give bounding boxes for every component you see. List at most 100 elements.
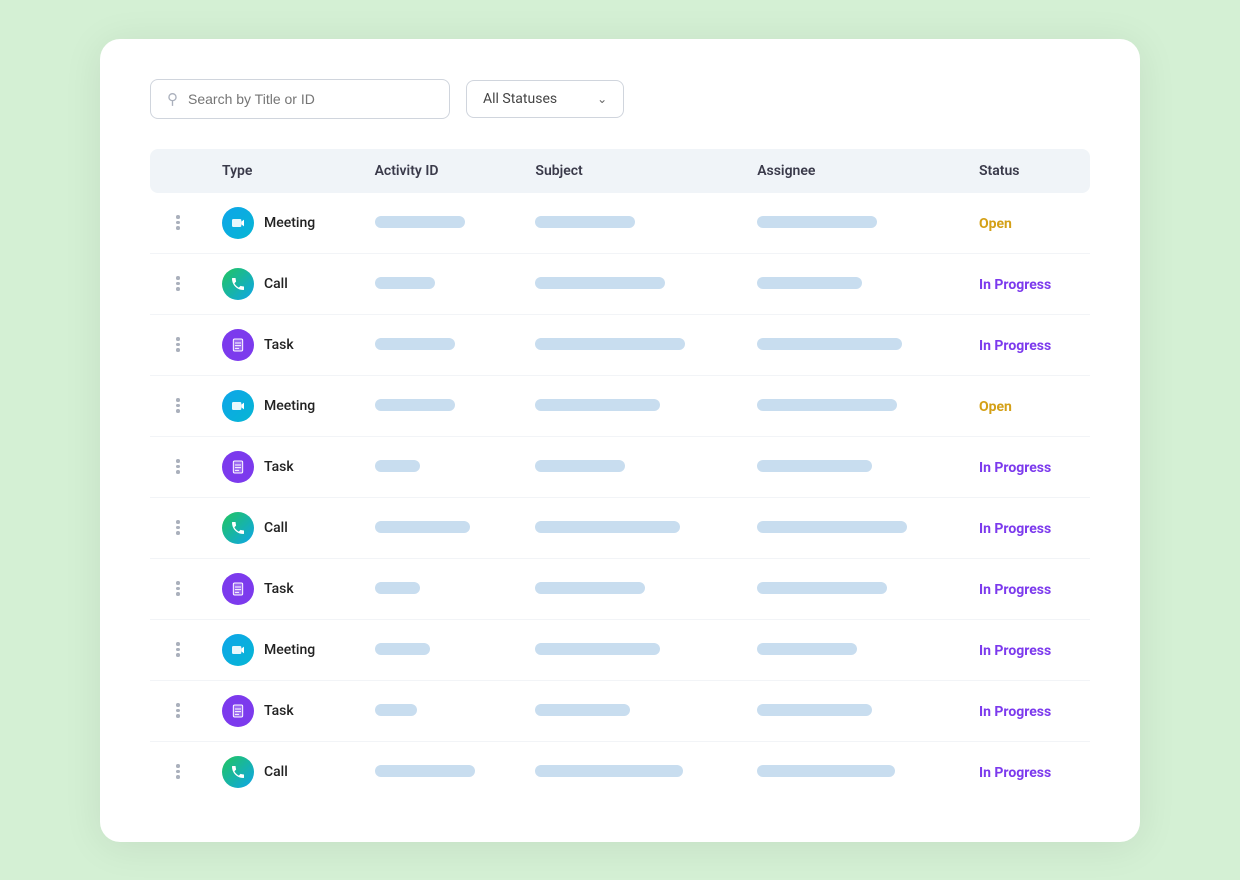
assignee-skeleton <box>757 277 862 289</box>
dots-menu-icon[interactable] <box>166 394 190 417</box>
table-header-row: Type Activity ID Subject Assignee Status <box>150 149 1090 193</box>
dots-menu-icon[interactable] <box>166 699 190 722</box>
table-row: Call In Progress <box>150 497 1090 558</box>
call-icon <box>222 512 254 544</box>
row-assignee <box>741 558 963 619</box>
assignee-skeleton <box>757 704 872 716</box>
task-icon <box>222 573 254 605</box>
row-subject <box>519 619 741 680</box>
row-type: Task <box>206 680 359 741</box>
dots-menu-icon[interactable] <box>166 455 190 478</box>
row-subject <box>519 680 741 741</box>
subject-skeleton <box>535 765 683 777</box>
call-icon <box>222 756 254 788</box>
search-input[interactable] <box>188 91 433 107</box>
row-dots-menu[interactable] <box>150 436 206 497</box>
row-subject <box>519 375 741 436</box>
subject-skeleton <box>535 277 665 289</box>
dots-menu-icon[interactable] <box>166 272 190 295</box>
row-dots-menu[interactable] <box>150 619 206 680</box>
table-row: Task In Progress <box>150 314 1090 375</box>
dots-menu-icon[interactable] <box>166 211 190 234</box>
type-label: Meeting <box>264 215 315 231</box>
chevron-down-icon: ⌄ <box>597 92 607 106</box>
row-subject <box>519 558 741 619</box>
status-badge: Open <box>979 216 1012 232</box>
row-type: Task <box>206 314 359 375</box>
row-dots-menu[interactable] <box>150 314 206 375</box>
dots-menu-icon[interactable] <box>166 516 190 539</box>
dots-menu-icon[interactable] <box>166 333 190 356</box>
table-row: Meeting Open <box>150 375 1090 436</box>
task-icon <box>222 451 254 483</box>
row-activity-id <box>359 375 520 436</box>
subject-skeleton <box>535 216 635 228</box>
type-label: Call <box>264 764 288 780</box>
activity-id-skeleton <box>375 216 465 228</box>
search-icon: ⚲ <box>167 90 178 108</box>
row-activity-id <box>359 314 520 375</box>
col-status: Status <box>963 149 1090 193</box>
status-badge: In Progress <box>979 277 1051 293</box>
assignee-skeleton <box>757 399 897 411</box>
row-status: In Progress <box>963 314 1090 375</box>
assignee-skeleton <box>757 582 887 594</box>
search-box[interactable]: ⚲ <box>150 79 450 119</box>
row-subject <box>519 253 741 314</box>
row-dots-menu[interactable] <box>150 193 206 254</box>
row-type: Meeting <box>206 375 359 436</box>
row-type: Meeting <box>206 619 359 680</box>
assignee-skeleton <box>757 643 857 655</box>
status-badge: Open <box>979 399 1012 415</box>
row-subject <box>519 436 741 497</box>
row-subject <box>519 314 741 375</box>
row-status: Open <box>963 375 1090 436</box>
table-row: Task In Progress <box>150 680 1090 741</box>
row-subject <box>519 193 741 254</box>
assignee-skeleton <box>757 460 872 472</box>
subject-skeleton <box>535 338 685 350</box>
row-type: Call <box>206 497 359 558</box>
table-row: Meeting Open <box>150 193 1090 254</box>
row-dots-menu[interactable] <box>150 558 206 619</box>
type-label: Task <box>264 337 294 353</box>
type-label: Meeting <box>264 398 315 414</box>
row-activity-id <box>359 619 520 680</box>
row-activity-id <box>359 193 520 254</box>
row-assignee <box>741 193 963 254</box>
col-assignee: Assignee <box>741 149 963 193</box>
row-activity-id <box>359 741 520 802</box>
activity-id-skeleton <box>375 704 417 716</box>
row-type: Task <box>206 436 359 497</box>
status-dropdown[interactable]: All Statuses ⌄ <box>466 80 624 118</box>
subject-skeleton <box>535 399 660 411</box>
main-card: ⚲ All Statuses ⌄ Type Activity ID Subjec… <box>100 39 1140 842</box>
col-type: Type <box>206 149 359 193</box>
type-label: Task <box>264 581 294 597</box>
row-dots-menu[interactable] <box>150 375 206 436</box>
dots-menu-icon[interactable] <box>166 760 190 783</box>
row-type: Call <box>206 741 359 802</box>
activity-id-skeleton <box>375 582 420 594</box>
row-activity-id <box>359 436 520 497</box>
row-type: Meeting <box>206 193 359 254</box>
status-badge: In Progress <box>979 521 1051 537</box>
row-type: Call <box>206 253 359 314</box>
assignee-skeleton <box>757 216 877 228</box>
row-assignee <box>741 497 963 558</box>
meeting-icon <box>222 390 254 422</box>
row-dots-menu[interactable] <box>150 497 206 558</box>
row-dots-menu[interactable] <box>150 741 206 802</box>
row-dots-menu[interactable] <box>150 253 206 314</box>
row-activity-id <box>359 253 520 314</box>
row-dots-menu[interactable] <box>150 680 206 741</box>
dots-menu-icon[interactable] <box>166 638 190 661</box>
table-row: TaskIn Progress <box>150 558 1090 619</box>
status-badge: In Progress <box>979 643 1051 659</box>
status-badge: In Progress <box>979 704 1051 720</box>
row-subject <box>519 497 741 558</box>
dots-menu-icon[interactable] <box>166 577 190 600</box>
activity-id-skeleton <box>375 521 470 533</box>
col-dots <box>150 149 206 193</box>
meeting-icon <box>222 207 254 239</box>
